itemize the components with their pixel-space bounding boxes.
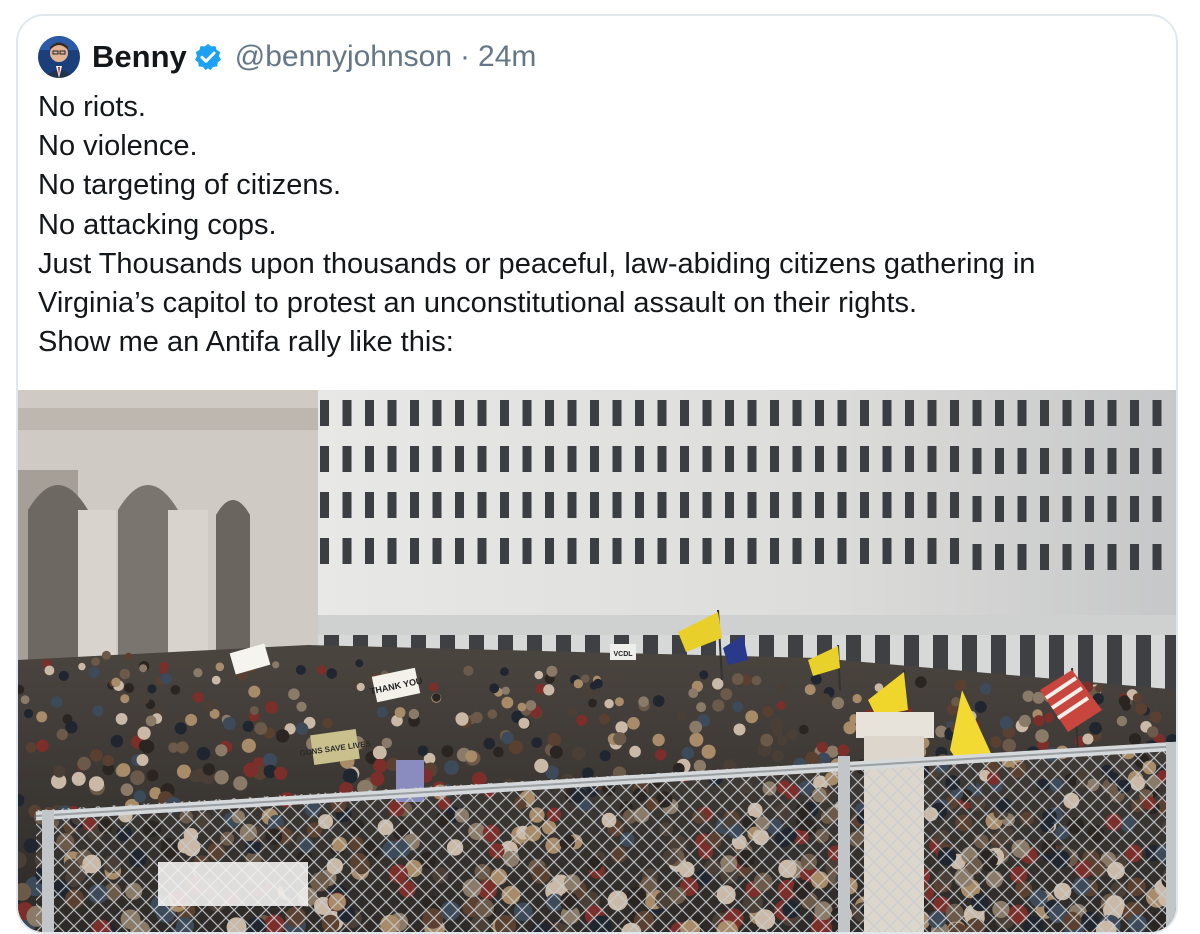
- avatar-icon[interactable]: [38, 36, 80, 78]
- tweet-text-line: No attacking cops.: [38, 206, 1168, 245]
- tweet-text-line: No violence.: [38, 127, 1168, 166]
- tweet-text-line: Just Thousands upon thousands or peacefu…: [38, 245, 1168, 284]
- author-handle[interactable]: @bennyjohnson: [235, 40, 452, 74]
- tweet-header: Benny @bennyjohnson · 24m: [38, 36, 536, 78]
- svg-text:VCDL: VCDL: [613, 651, 633, 658]
- tweet-text-line: Virginia’s capitol to protest an unconst…: [38, 284, 1168, 323]
- display-name[interactable]: Benny: [92, 39, 187, 75]
- protest-rally-image: THANK YOU GUNS SAVE LIVES VCDL: [18, 390, 1178, 934]
- tweet-text-line: No targeting of citizens.: [38, 166, 1168, 205]
- verified-badge-icon: [193, 42, 223, 72]
- tweet-text: No riots. No violence. No targeting of c…: [38, 88, 1168, 362]
- tweet-media-video[interactable]: THANK YOU GUNS SAVE LIVES VCDL: [18, 390, 1178, 934]
- tweet-card[interactable]: Benny @bennyjohnson · 24m No riots. No v…: [16, 14, 1178, 934]
- tweet-text-line: Show me an Antifa rally like this:: [38, 323, 1168, 362]
- protest-sign: VCDL: [610, 644, 636, 660]
- tweet-text-line: No riots.: [38, 88, 1168, 127]
- tweet-timestamp[interactable]: 24m: [478, 40, 536, 74]
- separator-dot: ·: [460, 40, 470, 74]
